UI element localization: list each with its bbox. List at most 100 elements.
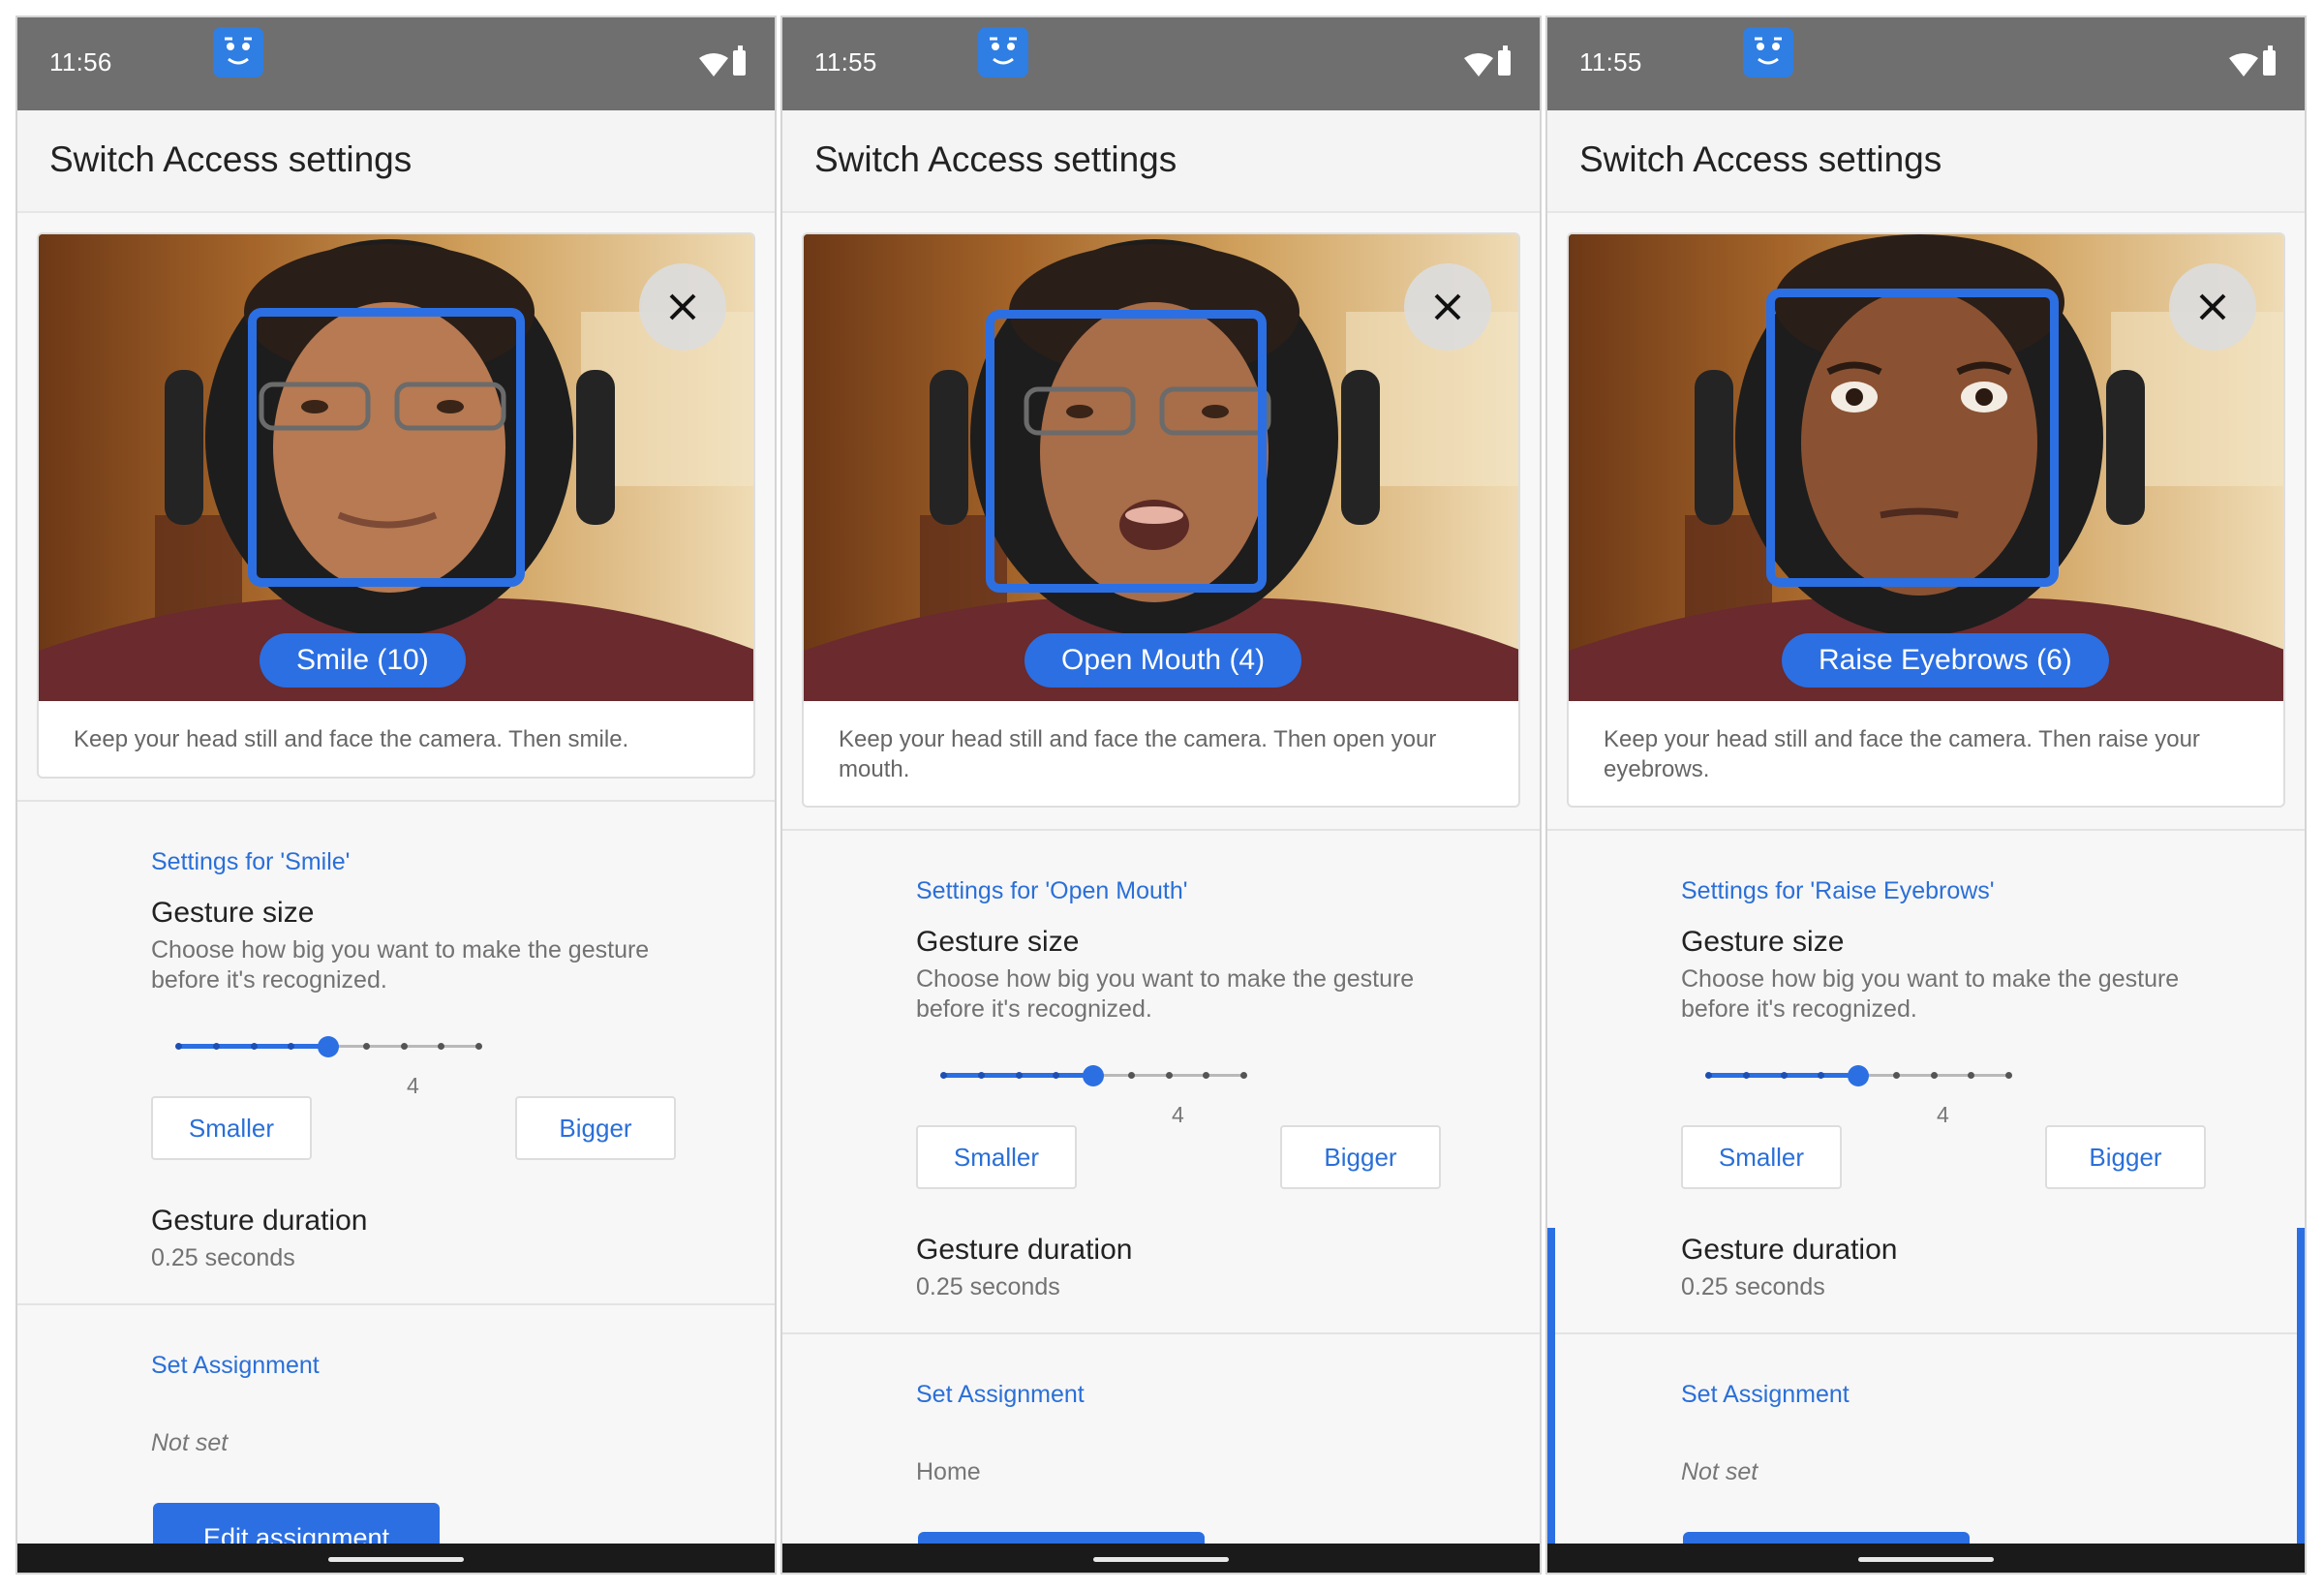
slider-tick (2005, 1072, 2012, 1079)
status-bar: 11:56 (17, 17, 775, 110)
assignment-value: Not set (151, 1429, 229, 1456)
smaller-button[interactable]: Smaller (151, 1096, 312, 1160)
gesture-size-slider[interactable] (1705, 1061, 2183, 1090)
gesture-duration-value: 0.25 seconds (151, 1244, 295, 1271)
gesture-settings-header: Settings for 'Smile' (151, 848, 351, 875)
face-icon (978, 27, 1028, 77)
gesture-size-title: Gesture size (916, 926, 1080, 958)
camera-preview: Raise Eyebrows (6) (1569, 234, 2283, 701)
gesture-duration-value: 0.25 seconds (1681, 1273, 1825, 1300)
camera-preview: Open Mouth (4) (804, 234, 1518, 701)
divider (782, 829, 1540, 831)
close-button[interactable] (2169, 263, 2256, 351)
slider-value-label: 4 (1937, 1102, 1949, 1127)
slider-tick (1127, 1072, 1135, 1079)
status-time: 11:55 (814, 47, 877, 76)
gesture-size-slider[interactable] (940, 1061, 1418, 1090)
home-gesture-handle[interactable] (1858, 1557, 1994, 1562)
gesture-size-summary: Choose how big you want to make the gest… (151, 936, 650, 994)
slider-tick (1780, 1072, 1788, 1079)
slider-tick (1705, 1072, 1712, 1079)
battery-icon (733, 46, 746, 76)
gesture-duration-title[interactable]: Gesture duration (151, 1205, 367, 1238)
divider (1547, 829, 2305, 831)
close-icon (669, 293, 696, 321)
slider-tick (1015, 1072, 1023, 1079)
gesture-duration-title[interactable]: Gesture duration (1681, 1234, 1897, 1267)
slider-thumb[interactable] (1083, 1065, 1104, 1086)
face-icon (1743, 27, 1793, 77)
home-gesture-handle[interactable] (1093, 1557, 1229, 1562)
smaller-button[interactable]: Smaller (1681, 1125, 1842, 1189)
slider-value-label: 4 (407, 1073, 419, 1098)
slider-tick (475, 1043, 482, 1050)
close-button[interactable] (1404, 263, 1491, 351)
divider (782, 1332, 1540, 1334)
battery-icon (2263, 46, 2276, 76)
gesture-chip: Raise Eyebrows (6) (1782, 633, 2109, 688)
camera-preview-card: Raise Eyebrows (6) Keep your head still … (1567, 232, 2285, 808)
slider-thumb[interactable] (1848, 1065, 1869, 1086)
slider-thumb[interactable] (318, 1036, 339, 1057)
gesture-duration-title[interactable]: Gesture duration (916, 1234, 1132, 1267)
slider-tick (1203, 1072, 1210, 1079)
instructions-text: Keep your head still and face the camera… (1604, 726, 2200, 782)
slider-tick (400, 1043, 408, 1050)
camera-preview-card: Smile (10) Keep your head still and face… (37, 232, 755, 779)
close-icon (1434, 293, 1461, 321)
face-detection-box (248, 308, 525, 587)
gesture-settings-header: Settings for 'Raise Eyebrows' (1681, 877, 1995, 904)
slider-tick (1165, 1072, 1173, 1079)
smaller-button[interactable]: Smaller (916, 1125, 1077, 1189)
slider-tick (1968, 1072, 1975, 1079)
assignment-header: Set Assignment (916, 1381, 1085, 1408)
app-bar: Switch Access settings (17, 110, 775, 213)
gesture-settings-header: Settings for 'Open Mouth' (916, 877, 1188, 904)
camera-preview: Smile (10) (39, 234, 753, 701)
settings-list: Settings for 'Raise Eyebrows' Gesture si… (1547, 829, 2305, 1573)
page-title: Switch Access settings (1579, 139, 1942, 179)
gesture-size-summary: Choose how big you want to make the gest… (1681, 965, 2180, 1023)
wifi-icon (1464, 53, 1493, 76)
status-bar: 11:55 (782, 17, 1540, 110)
slider-tick (977, 1072, 985, 1079)
face-detection-box (1766, 289, 2059, 587)
navigation-bar (782, 1544, 1540, 1573)
slider-tick (438, 1043, 445, 1050)
divider (17, 1303, 775, 1305)
divider (17, 800, 775, 802)
bigger-button[interactable]: Bigger (2045, 1125, 2206, 1189)
settings-list: Settings for 'Smile' Gesture size Choose… (17, 800, 775, 1573)
slider-tick (250, 1043, 258, 1050)
bigger-button[interactable]: Bigger (1280, 1125, 1441, 1189)
face-icon (213, 27, 263, 77)
divider (1547, 1332, 2305, 1334)
page-title: Switch Access settings (49, 139, 413, 179)
gesture-size-slider[interactable] (175, 1032, 653, 1061)
slider-tick (212, 1043, 220, 1050)
slider-tick (1240, 1072, 1247, 1079)
app-bar: Switch Access settings (1547, 110, 2305, 213)
status-time: 11:55 (1579, 47, 1642, 76)
status-bar: 11:55 (1547, 17, 2305, 110)
settings-list: Settings for 'Open Mouth' Gesture size C… (782, 829, 1540, 1573)
instructions-text: Keep your head still and face the camera… (74, 726, 629, 752)
gesture-size-title: Gesture size (1681, 926, 1845, 958)
navigation-bar (17, 1544, 775, 1573)
scroll-indicator-right (2297, 1228, 2305, 1547)
gesture-chip: Smile (10) (260, 633, 466, 688)
face-detection-box (986, 310, 1267, 593)
home-gesture-handle[interactable] (328, 1557, 464, 1562)
assignment-header: Set Assignment (151, 1352, 320, 1379)
gesture-chip: Open Mouth (4) (1024, 633, 1302, 688)
slider-tick (940, 1072, 947, 1079)
phone-screen-open-mouth: 11:55 Switch Access settings Open Mouth … (782, 17, 1540, 1573)
gesture-size-title: Gesture size (151, 897, 315, 929)
page-title: Switch Access settings (814, 139, 1177, 179)
wifi-icon (2229, 53, 2258, 76)
close-button[interactable] (639, 263, 726, 351)
slider-tick (1930, 1072, 1938, 1079)
assignment-value: Home (916, 1458, 981, 1485)
navigation-bar (1547, 1544, 2305, 1573)
bigger-button[interactable]: Bigger (515, 1096, 676, 1160)
